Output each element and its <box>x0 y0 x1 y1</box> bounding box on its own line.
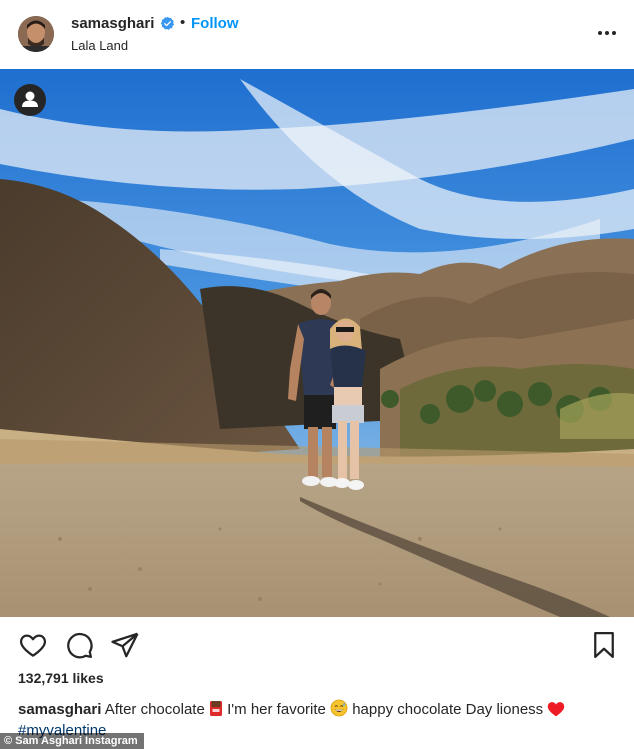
more-dot-icon <box>605 31 609 35</box>
grinning-sweat-icon <box>330 699 348 717</box>
action-bar <box>0 618 634 668</box>
caption-text: After chocolate <box>104 701 205 718</box>
caption-text: I'm her favorite <box>227 701 326 718</box>
save-bookmark-icon[interactable] <box>589 630 619 660</box>
more-dot-icon <box>612 31 616 35</box>
follow-button[interactable]: Follow <box>191 15 239 32</box>
caption-username[interactable]: samasghari <box>18 701 101 718</box>
photo-credit: © Sam Asghari Instagram <box>0 733 144 749</box>
location-link[interactable]: Lala Land <box>71 38 128 53</box>
share-send-icon[interactable] <box>110 630 140 660</box>
like-heart-icon[interactable] <box>18 630 48 660</box>
more-options-button[interactable] <box>594 24 620 44</box>
landscape-photo <box>0 69 634 617</box>
comment-icon[interactable] <box>64 630 94 660</box>
verified-badge-icon <box>160 16 175 30</box>
post-photo[interactable] <box>0 69 634 617</box>
more-dot-icon <box>598 31 602 35</box>
avatar-image <box>18 16 54 52</box>
tagged-users-button[interactable] <box>14 84 46 116</box>
separator-dot: • <box>180 14 186 31</box>
likes-count[interactable]: 132,791 likes <box>18 670 104 686</box>
red-heart-icon <box>548 702 565 717</box>
chocolate-bar-icon <box>209 701 222 716</box>
username-link[interactable]: samasghari <box>71 15 154 32</box>
post-header: samasghari • Follow Lala Land <box>0 0 634 68</box>
avatar[interactable] <box>18 16 54 52</box>
user-icon <box>22 91 38 107</box>
caption-text: happy chocolate Day lioness <box>352 701 544 718</box>
